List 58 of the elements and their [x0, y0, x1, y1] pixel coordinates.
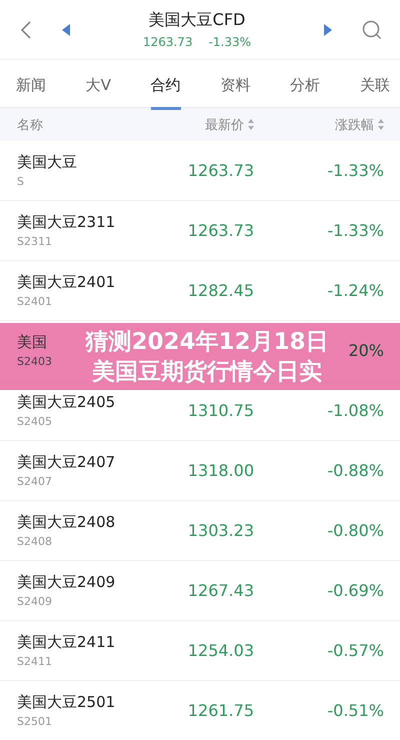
contract-code: S2407 [17, 475, 52, 488]
column-header: 名称 [17, 116, 44, 134]
change-cell: -1.08% [327, 401, 384, 420]
instrument-title: 美国大豆CFD [148, 10, 246, 31]
tab[interactable]: 新闻 [16, 64, 46, 110]
instrument-price: 1263.73 [142, 35, 193, 49]
tab[interactable]: 大V [86, 64, 111, 110]
change-cell: 20% [348, 341, 384, 360]
contract-name: 美国大豆2311 [17, 213, 116, 232]
contract-code: S2409 [17, 595, 52, 608]
back-icon[interactable] [20, 20, 32, 40]
sort-icon[interactable] [248, 119, 254, 130]
column-header[interactable]: 最新价 [205, 116, 244, 134]
previous-icon[interactable] [62, 24, 70, 36]
price-cell: 1261.75 [188, 701, 254, 720]
change-cell: -0.88% [327, 461, 384, 480]
change-cell: -1.33% [327, 161, 384, 180]
price-cell: 1303.23 [188, 521, 254, 540]
price-cell: 1254.03 [188, 641, 254, 660]
change-cell: -0.69% [327, 581, 384, 600]
contract-code: S2401 [17, 295, 52, 308]
contract-name: 美国大豆2501 [17, 693, 116, 712]
contract-name: 美国大豆2408 [17, 513, 116, 532]
change-cell: -0.51% [327, 701, 384, 720]
contract-name: 美国大豆2409 [17, 573, 116, 592]
column-header[interactable]: 涨跌幅 [335, 116, 374, 134]
sort-icon[interactable] [378, 119, 384, 130]
price-cell: 1263.73 [188, 221, 254, 240]
search-icon[interactable] [362, 20, 382, 40]
contract-code: S2403 [17, 355, 52, 368]
contract-name: 美国大豆 [17, 153, 77, 172]
contract-name: 美国大豆2401 [17, 273, 116, 292]
banner-title: 猜测2024年12月18日 [85, 328, 329, 356]
contract-code: S2311 [17, 235, 52, 248]
tab[interactable]: 分析 [290, 64, 320, 110]
tab[interactable]: 资料 [220, 64, 250, 110]
contract-name: 美国大豆2407 [17, 453, 116, 472]
contract-code: S2411 [17, 655, 52, 668]
contract-code: S2501 [17, 715, 52, 728]
contract-code: S2408 [17, 535, 52, 548]
price-cell: 1263.73 [188, 161, 254, 180]
contract-code: S [17, 175, 24, 188]
contract-name: 美国 [17, 333, 47, 352]
contract-code: S2405 [17, 415, 52, 428]
price-cell: 1282.45 [188, 281, 254, 300]
change-cell: -1.24% [327, 281, 384, 300]
change-cell: -1.33% [327, 221, 384, 240]
change-cell: -0.80% [327, 521, 384, 540]
contract-name: 美国大豆2405 [17, 393, 116, 412]
change-cell: -0.57% [327, 641, 384, 660]
tab[interactable]: 关联 [360, 64, 390, 110]
price-cell: 1267.43 [188, 581, 254, 600]
next-icon[interactable] [324, 24, 332, 36]
price-cell: 1310.75 [188, 401, 254, 420]
price-cell: 1318.00 [188, 461, 254, 480]
contract-name: 美国大豆2411 [17, 633, 116, 652]
banner-title: 美国豆期货行情今日实 [92, 358, 322, 386]
instrument-change: -1.33% [208, 35, 252, 49]
